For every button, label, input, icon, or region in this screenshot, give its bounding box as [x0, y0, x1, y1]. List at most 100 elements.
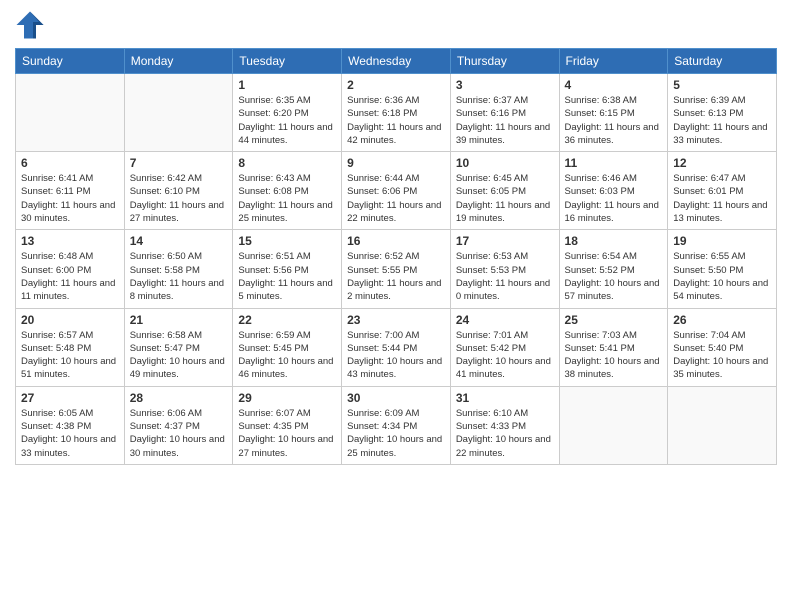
calendar-cell: 3Sunrise: 6:37 AMSunset: 6:16 PMDaylight… — [450, 74, 559, 152]
day-number: 16 — [347, 234, 445, 248]
calendar-cell — [668, 386, 777, 464]
day-number: 2 — [347, 78, 445, 92]
day-number: 22 — [238, 313, 336, 327]
day-number: 18 — [565, 234, 663, 248]
calendar-header-tuesday: Tuesday — [233, 49, 342, 74]
calendar-cell: 21 Sunrise: 6:58 AMSunset: 5:47 PMDayligh… — [124, 308, 233, 386]
calendar-week-4: 20Sunrise: 6:57 AMSunset: 5:48 PMDayligh… — [16, 308, 777, 386]
calendar-header-friday: Friday — [559, 49, 668, 74]
day-number: 20 — [21, 313, 119, 327]
header — [15, 10, 777, 40]
day-number: 15 — [238, 234, 336, 248]
calendar-table: SundayMondayTuesdayWednesdayThursdayFrid… — [15, 48, 777, 465]
day-info: Sunrise: 6:39 AMSunset: 6:13 PMDaylight:… — [673, 94, 771, 147]
day-info: Sunrise: 6:44 AMSunset: 6:06 PMDaylight:… — [347, 172, 445, 225]
day-number: 13 — [21, 234, 119, 248]
day-info: Sunrise: 6:35 AMSunset: 6:20 PMDaylight:… — [238, 94, 336, 147]
day-number: 11 — [565, 156, 663, 170]
calendar-cell: 25Sunrise: 7:03 AMSunset: 5:41 PMDayligh… — [559, 308, 668, 386]
day-number: 28 — [130, 391, 228, 405]
calendar-cell: 22 Sunrise: 6:59 AMSunset: 5:45 PMDayligh… — [233, 308, 342, 386]
calendar-cell: 6 Sunrise: 6:41 AMSunset: 6:11 PMDaylight… — [16, 152, 125, 230]
calendar-cell: 14 Sunrise: 6:50 AMSunset: 5:58 PMDayligh… — [124, 230, 233, 308]
calendar-cell: 8Sunrise: 6:43 AMSunset: 6:08 PMDaylight… — [233, 152, 342, 230]
day-number: 1 — [238, 78, 336, 92]
calendar-cell: 1 Sunrise: 6:35 AMSunset: 6:20 PMDaylight… — [233, 74, 342, 152]
day-info: Sunrise: 6:42 AMSunset: 6:10 PMDaylight:… — [130, 172, 228, 225]
calendar-header-thursday: Thursday — [450, 49, 559, 74]
calendar-cell: 7 Sunrise: 6:42 AMSunset: 6:10 PMDaylight… — [124, 152, 233, 230]
calendar-week-1: 1 Sunrise: 6:35 AMSunset: 6:20 PMDaylight… — [16, 74, 777, 152]
day-info: Sunrise: 6:38 AMSunset: 6:15 PMDaylight:… — [565, 94, 663, 147]
day-info: Sunrise: 6:07 AMSunset: 4:35 PMDaylight:… — [238, 407, 336, 460]
day-number: 31 — [456, 391, 554, 405]
calendar-cell: 13 Sunrise: 6:48 AMSunset: 6:00 PMDayligh… — [16, 230, 125, 308]
day-number: 4 — [565, 78, 663, 92]
day-info: Sunrise: 6:50 AMSunset: 5:58 PMDaylight:… — [130, 250, 228, 303]
day-number: 10 — [456, 156, 554, 170]
calendar-cell: 4 Sunrise: 6:38 AMSunset: 6:15 PMDaylight… — [559, 74, 668, 152]
calendar-cell: 24Sunrise: 7:01 AMSunset: 5:42 PMDayligh… — [450, 308, 559, 386]
day-number: 24 — [456, 313, 554, 327]
page: SundayMondayTuesdayWednesdayThursdayFrid… — [0, 0, 792, 612]
day-info: Sunrise: 6:05 AMSunset: 4:38 PMDaylight:… — [21, 407, 119, 460]
calendar-header-saturday: Saturday — [668, 49, 777, 74]
day-number: 23 — [347, 313, 445, 327]
day-info: Sunrise: 6:51 AMSunset: 5:56 PMDaylight:… — [238, 250, 336, 303]
day-number: 30 — [347, 391, 445, 405]
calendar-cell: 31 Sunrise: 6:10 AMSunset: 4:33 PMDayligh… — [450, 386, 559, 464]
day-number: 19 — [673, 234, 771, 248]
calendar-cell: 30 Sunrise: 6:09 AMSunset: 4:34 PMDayligh… — [342, 386, 451, 464]
calendar-cell: 23Sunrise: 7:00 AMSunset: 5:44 PMDayligh… — [342, 308, 451, 386]
calendar-cell: 5 Sunrise: 6:39 AMSunset: 6:13 PMDaylight… — [668, 74, 777, 152]
day-info: Sunrise: 6:45 AMSunset: 6:05 PMDaylight:… — [456, 172, 554, 225]
calendar-cell: 2Sunrise: 6:36 AMSunset: 6:18 PMDaylight… — [342, 74, 451, 152]
day-info: Sunrise: 6:10 AMSunset: 4:33 PMDaylight:… — [456, 407, 554, 460]
day-number: 7 — [130, 156, 228, 170]
day-info: Sunrise: 6:43 AMSunset: 6:08 PMDaylight:… — [238, 172, 336, 225]
calendar-cell — [124, 74, 233, 152]
day-number: 26 — [673, 313, 771, 327]
calendar-cell: 18 Sunrise: 6:54 AMSunset: 5:52 PMDayligh… — [559, 230, 668, 308]
calendar-cell: 27Sunrise: 6:05 AMSunset: 4:38 PMDayligh… — [16, 386, 125, 464]
day-number: 21 — [130, 313, 228, 327]
day-info: Sunrise: 6:54 AMSunset: 5:52 PMDaylight:… — [565, 250, 663, 303]
calendar-cell — [559, 386, 668, 464]
day-info: Sunrise: 6:47 AMSunset: 6:01 PMDaylight:… — [673, 172, 771, 225]
calendar-cell: 17Sunrise: 6:53 AMSunset: 5:53 PMDayligh… — [450, 230, 559, 308]
calendar-cell: 20Sunrise: 6:57 AMSunset: 5:48 PMDayligh… — [16, 308, 125, 386]
calendar-cell: 16 Sunrise: 6:52 AMSunset: 5:55 PMDayligh… — [342, 230, 451, 308]
day-info: Sunrise: 6:58 AMSunset: 5:47 PMDaylight:… — [130, 329, 228, 382]
calendar-week-2: 6 Sunrise: 6:41 AMSunset: 6:11 PMDaylight… — [16, 152, 777, 230]
logo-area — [15, 10, 49, 40]
day-info: Sunrise: 6:41 AMSunset: 6:11 PMDaylight:… — [21, 172, 119, 225]
day-info: Sunrise: 6:59 AMSunset: 5:45 PMDaylight:… — [238, 329, 336, 382]
calendar-week-3: 13 Sunrise: 6:48 AMSunset: 6:00 PMDayligh… — [16, 230, 777, 308]
calendar-cell: 15 Sunrise: 6:51 AMSunset: 5:56 PMDayligh… — [233, 230, 342, 308]
calendar-header-sunday: Sunday — [16, 49, 125, 74]
day-info: Sunrise: 6:52 AMSunset: 5:55 PMDaylight:… — [347, 250, 445, 303]
calendar-cell — [16, 74, 125, 152]
calendar-cell: 26 Sunrise: 7:04 AMSunset: 5:40 PMDayligh… — [668, 308, 777, 386]
day-number: 5 — [673, 78, 771, 92]
day-number: 9 — [347, 156, 445, 170]
calendar-header-row: SundayMondayTuesdayWednesdayThursdayFrid… — [16, 49, 777, 74]
logo-icon — [15, 10, 45, 40]
day-number: 14 — [130, 234, 228, 248]
calendar-cell: 12 Sunrise: 6:47 AMSunset: 6:01 PMDayligh… — [668, 152, 777, 230]
day-number: 3 — [456, 78, 554, 92]
calendar-cell: 28 Sunrise: 6:06 AMSunset: 4:37 PMDayligh… — [124, 386, 233, 464]
day-number: 29 — [238, 391, 336, 405]
calendar-cell: 9 Sunrise: 6:44 AMSunset: 6:06 PMDaylight… — [342, 152, 451, 230]
calendar-cell: 29 Sunrise: 6:07 AMSunset: 4:35 PMDayligh… — [233, 386, 342, 464]
day-number: 12 — [673, 156, 771, 170]
calendar-header-wednesday: Wednesday — [342, 49, 451, 74]
calendar-week-5: 27Sunrise: 6:05 AMSunset: 4:38 PMDayligh… — [16, 386, 777, 464]
day-info: Sunrise: 6:06 AMSunset: 4:37 PMDaylight:… — [130, 407, 228, 460]
day-info: Sunrise: 7:03 AMSunset: 5:41 PMDaylight:… — [565, 329, 663, 382]
day-number: 6 — [21, 156, 119, 170]
day-info: Sunrise: 6:55 AMSunset: 5:50 PMDaylight:… — [673, 250, 771, 303]
day-info: Sunrise: 6:48 AMSunset: 6:00 PMDaylight:… — [21, 250, 119, 303]
day-info: Sunrise: 6:09 AMSunset: 4:34 PMDaylight:… — [347, 407, 445, 460]
day-info: Sunrise: 7:04 AMSunset: 5:40 PMDaylight:… — [673, 329, 771, 382]
